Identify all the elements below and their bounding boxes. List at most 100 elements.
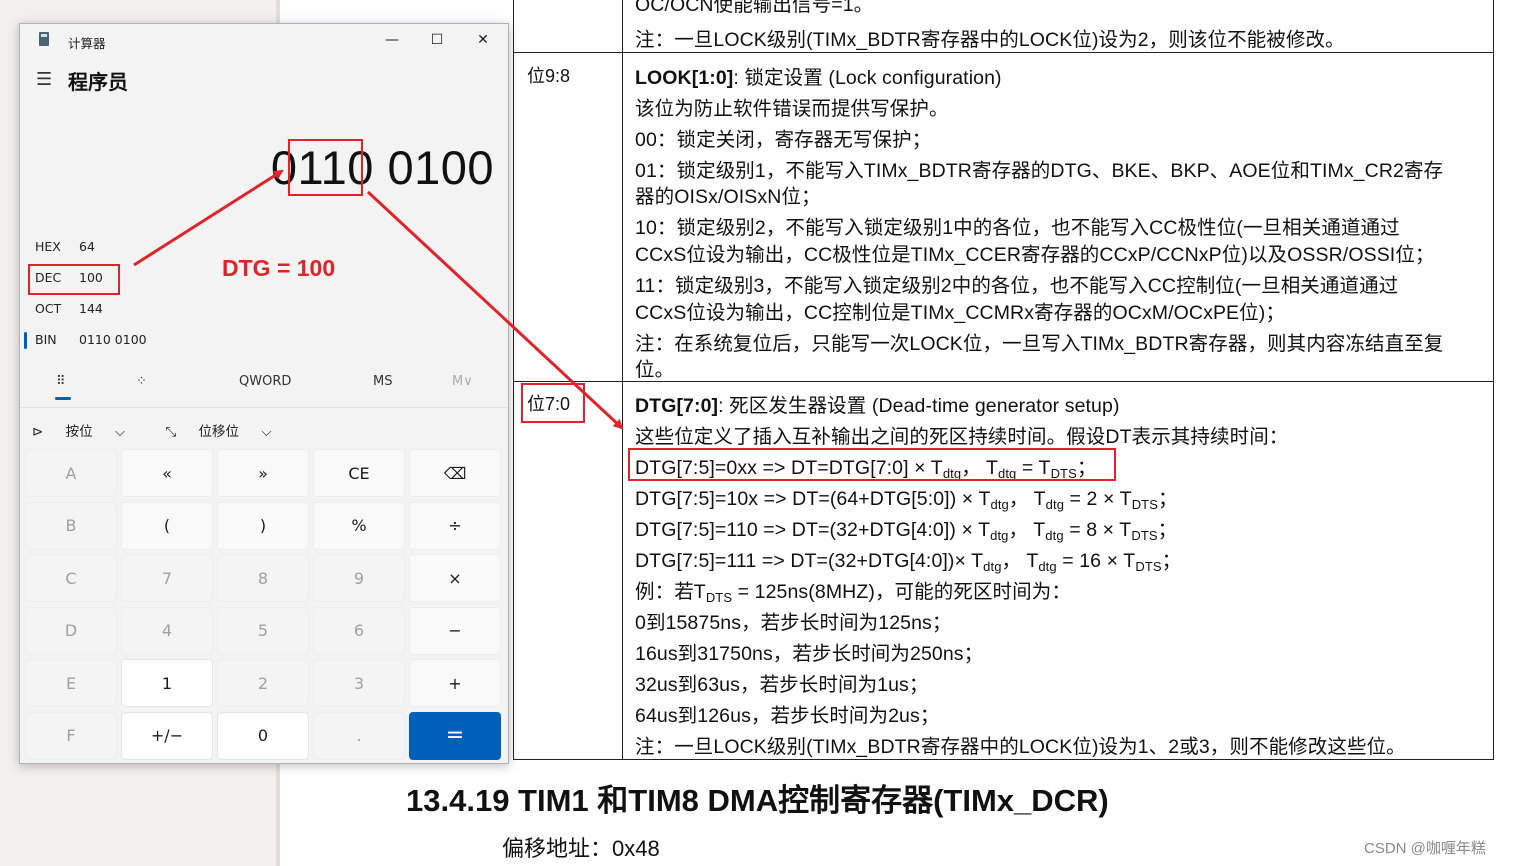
plus-button[interactable]: + xyxy=(409,659,501,707)
close-paren-button[interactable]: ) xyxy=(217,501,309,550)
calculator-icon xyxy=(39,32,49,46)
doc-line: 注：一旦LOCK级别(TIMx_BDTR寄存器中的LOCK位)设为1、2或3，则… xyxy=(635,736,1406,758)
key-c[interactable]: C xyxy=(25,554,117,602)
table-column-divider xyxy=(622,0,623,760)
doc-line: 这些位定义了插入互补输出之间的死区持续时间。假设DT表示其持续时间： xyxy=(635,426,1289,448)
dtg-formula: DTG[7:5]=10x => DT=(64+DTG[5:0]) × Tdtg，… xyxy=(635,488,1178,512)
chevron-down-icon: ⌵ xyxy=(261,424,272,440)
key-a[interactable]: A xyxy=(25,449,117,497)
open-paren-button[interactable]: ( xyxy=(121,501,213,550)
divider xyxy=(20,407,508,408)
mode-title: 程序员 xyxy=(68,70,128,94)
field-title: DTG[7:0]: 死区发生器设置 (Dead-time generator s… xyxy=(635,389,1120,418)
radix-value: 144 xyxy=(79,301,103,316)
memory-store-button[interactable]: MS xyxy=(373,374,392,389)
digit-4-button[interactable]: 4 xyxy=(121,606,213,655)
digit-5-button[interactable]: 5 xyxy=(217,606,309,655)
doc-line: 00：锁定关闭，寄存器无写保护； xyxy=(635,129,932,151)
field-description: : 死区发生器设置 (Dead-time generator setup) xyxy=(718,395,1120,417)
digit-9-button[interactable]: 9 xyxy=(313,554,405,602)
bitwise-dropdown[interactable]: ⊳ 按位 ⌵ xyxy=(32,424,143,440)
key-b[interactable]: B xyxy=(25,501,117,550)
key-f[interactable]: F xyxy=(25,711,117,760)
radix-row-oct[interactable]: OCT 144 xyxy=(35,301,103,316)
title-bar[interactable]: 计算器 — ☐ ✕ xyxy=(20,24,508,56)
dtg-formula: DTG[7:5]=111 => DT=(32+DTG[4:0])× Tdtg， … xyxy=(635,550,1182,574)
shift-right-button[interactable]: » xyxy=(217,449,309,497)
full-keypad-icon[interactable]: ⠿ xyxy=(56,374,66,389)
doc-line: 64us到126us，若步长时间为2us； xyxy=(635,705,940,727)
key-e[interactable]: E xyxy=(25,659,117,707)
doc-line: 器的OISx/OISxN位； xyxy=(635,186,821,208)
backspace-button[interactable]: ⌫ xyxy=(409,449,501,497)
minimize-button[interactable]: — xyxy=(380,30,404,50)
doc-line: 01：锁定级别1，不能写入TIMx_BDTR寄存器的DTG、BKE、BKP、AO… xyxy=(635,160,1444,182)
radix-row-bin[interactable]: BIN 0110 0100 xyxy=(35,332,147,347)
offset-address: 偏移地址：0x48 xyxy=(502,836,660,861)
field-name: LOOK[1:0] xyxy=(635,67,734,89)
radix-label: HEX xyxy=(35,239,61,254)
watermark: CSDN @咖喱年糕 xyxy=(1364,840,1486,857)
percent-button[interactable]: % xyxy=(313,501,405,550)
bit-range-label: 位9:8 xyxy=(527,66,571,86)
highlight-box-bits xyxy=(521,383,585,423)
divide-button[interactable]: ÷ xyxy=(409,501,501,550)
hamburger-menu-icon[interactable]: ☰ xyxy=(36,69,52,90)
radix-row-hex[interactable]: HEX 64 xyxy=(35,239,95,254)
calculator-window: 计算器 — ☐ ✕ ☰ 程序员 0110 0100 HEX 64 DEC 100 OCT… xyxy=(19,23,509,764)
table-border-bottom xyxy=(513,759,1494,760)
field-description: : 锁定设置 (Lock configuration) xyxy=(733,67,1002,89)
clear-entry-button[interactable]: CE xyxy=(313,449,405,497)
keypad-tab-indicator xyxy=(55,397,71,400)
digit-7-button[interactable]: 7 xyxy=(121,554,213,602)
field-name: DTG[7:0] xyxy=(635,395,719,417)
highlight-box-formula xyxy=(628,448,1116,481)
radix-value: 0110 0100 xyxy=(79,332,147,347)
doc-line: 注：在系统复位后，只能写一次LOCK位，一旦写入TIMx_BDTR寄存器，则其内… xyxy=(635,333,1444,355)
table-border-right xyxy=(1493,0,1494,760)
radix-selected-indicator xyxy=(24,332,27,349)
bitshift-icon: ⤡ xyxy=(165,424,177,440)
key-d[interactable]: D xyxy=(25,606,117,655)
dtg-example: 例：若TDTS = 125ns(8MHZ)，可能的死区时间为： xyxy=(635,581,1071,605)
chevron-down-icon: ⌵ xyxy=(114,424,126,440)
digit-3-button[interactable]: 3 xyxy=(313,659,405,707)
doc-line: 该位为防止软件错误而提供写保护。 xyxy=(635,98,949,120)
decimal-button[interactable]: . xyxy=(313,711,405,760)
minus-button[interactable]: − xyxy=(409,606,501,655)
digit-2-button[interactable]: 2 xyxy=(217,659,309,707)
table-border-left xyxy=(513,0,514,760)
close-button[interactable]: ✕ xyxy=(471,30,495,50)
bitshift-dropdown[interactable]: ⤡ 位移位 ⌵ xyxy=(165,424,289,440)
shift-left-button[interactable]: « xyxy=(121,449,213,497)
doc-line: 11：锁定级别3，不能写入锁定级别2中的各位，也不能写入CC控制位(一旦相关通道… xyxy=(635,275,1399,297)
negate-button[interactable]: +/− xyxy=(121,711,213,760)
maximize-button[interactable]: ☐ xyxy=(425,30,449,50)
keypad-options-row: ⠿ ⁘ QWORD MS M∨ xyxy=(20,369,508,399)
multiply-button[interactable]: × xyxy=(409,554,501,602)
highlight-box-display xyxy=(288,139,363,196)
digit-8-button[interactable]: 8 xyxy=(217,554,309,602)
word-size-button[interactable]: QWORD xyxy=(239,374,291,389)
bitwise-ops-row: ⊳ 按位 ⌵ ⤡ 位移位 ⌵ xyxy=(32,420,308,440)
doc-line: 32us到63us，若步长时间为1us； xyxy=(635,674,929,696)
doc-line: 位。 xyxy=(635,359,675,381)
digit-0-button[interactable]: 0 xyxy=(217,711,309,760)
digit-1-button[interactable]: 1 xyxy=(121,659,213,707)
radix-value: 64 xyxy=(79,239,95,254)
digit-6-button[interactable]: 6 xyxy=(313,606,405,655)
highlight-box-dec xyxy=(28,264,120,295)
doc-line: 16us到31750ns，若步长时间为250ns； xyxy=(635,643,984,665)
memory-recall-button[interactable]: M∨ xyxy=(452,374,473,389)
equals-button[interactable]: = xyxy=(409,711,501,760)
field-title: LOOK[1:0]: 锁定设置 (Lock configuration) xyxy=(635,61,1002,90)
annotation-label: DTG = 100 xyxy=(222,255,336,281)
section-heading: 13.4.19 TIM1 和TIM8 DMA控制寄存器(TIMx_DCR) xyxy=(406,783,1109,818)
table-row-divider xyxy=(513,52,1494,53)
doc-line: CCxS位设为输出，CC极性位是TIMx_CCER寄存器的CCxP/CCNxP位… xyxy=(635,244,1435,266)
radix-label: OCT xyxy=(35,301,62,316)
bitwise-icon: ⊳ xyxy=(32,424,44,440)
doc-line: OC/OCN使能输出信号=1。 xyxy=(635,0,874,16)
doc-line: 0到15875ns，若步长时间为125ns； xyxy=(635,612,952,634)
bit-toggle-keypad-icon[interactable]: ⁘ xyxy=(136,374,147,389)
